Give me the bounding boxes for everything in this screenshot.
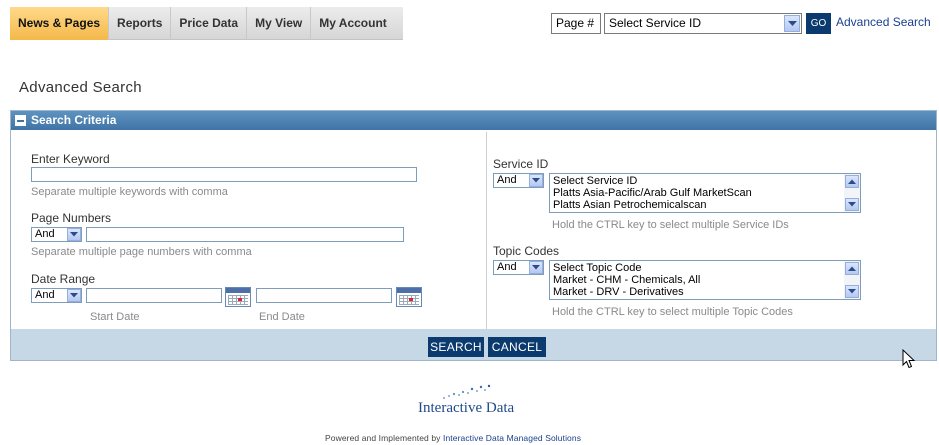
calendar-icon[interactable] [225,287,251,307]
managed-solutions-link[interactable]: Interactive Data Managed Solutions [443,433,581,443]
topic-codes-hint: Hold the CTRL key to select multiple Top… [552,306,793,318]
page-numbers-label: Page Numbers [31,211,112,225]
panel-header[interactable]: Search Criteria [11,111,936,130]
cancel-button[interactable]: CANCEL [488,337,546,357]
date-range-label: Date Range [31,272,96,286]
logo-dots-icon [443,384,491,399]
list-item[interactable]: Platts Asian Petrochemicalscan [553,199,860,211]
service-id-listbox[interactable]: Select Service ID Platts Asia-Pacific/Ar… [549,173,861,213]
scrollbar[interactable] [844,174,860,212]
page-number-button[interactable]: Page # [551,13,601,34]
go-button[interactable]: GO [806,13,831,34]
page-numbers-operator-value: And [35,228,55,240]
tab-price-data[interactable]: Price Data [171,7,248,40]
tab-my-view[interactable]: My View [247,7,312,40]
service-id-label: Service ID [493,157,549,171]
list-item[interactable]: Market - CHM - Chemicals, All [553,274,860,286]
end-date-input[interactable] [256,288,392,303]
chevron-down-icon[interactable] [529,261,543,274]
topic-codes-operator-select[interactable]: And [493,260,544,275]
chevron-down-icon[interactable] [784,15,800,32]
keyword-label: Enter Keyword [31,152,110,166]
start-date-label: Start Date [90,311,140,323]
service-id-select[interactable]: Select Service ID [604,13,802,34]
search-button[interactable]: SEARCH [428,337,484,357]
page-numbers-input[interactable] [86,227,404,242]
list-item[interactable]: Select Service ID [553,175,860,187]
chevron-down-icon[interactable] [67,228,81,241]
keyword-input[interactable] [31,167,417,182]
tab-news-pages[interactable]: News & Pages [10,7,110,40]
scroll-up-icon[interactable] [845,175,859,188]
collapse-icon[interactable] [15,115,26,126]
keyword-hint: Separate multiple keywords with comma [31,186,228,198]
scroll-up-icon[interactable] [845,262,859,275]
chevron-down-icon[interactable] [67,289,81,302]
main-nav: News & Pages Reports Price Data My View … [10,7,403,40]
page-numbers-operator-select[interactable]: And [31,227,82,242]
scrollbar[interactable] [844,261,860,299]
panel-title: Search Criteria [31,113,117,127]
topic-codes-operator-value: And [497,261,517,273]
service-id-hint: Hold the CTRL key to select multiple Ser… [552,219,789,231]
scroll-down-icon[interactable] [845,198,859,211]
service-id-select-value: Select Service ID [609,16,702,30]
powered-by-text: Powered and Implemented by Interactive D… [325,433,581,443]
scroll-down-icon[interactable] [845,285,859,298]
end-date-label: End Date [259,311,305,323]
page-title: Advanced Search [19,79,142,96]
list-item[interactable]: Market - DRV - Derivatives [553,286,860,298]
service-id-operator-select[interactable]: And [493,173,544,188]
tab-reports[interactable]: Reports [109,7,172,40]
advanced-search-link[interactable]: Advanced Search [836,15,931,29]
service-id-operator-value: And [497,174,517,186]
chevron-down-icon[interactable] [529,174,543,187]
logo-text: Interactive Data [418,400,515,416]
start-date-input[interactable] [86,288,222,303]
list-item[interactable]: Select Topic Code [553,262,860,274]
column-divider [486,132,487,331]
date-range-operator-select[interactable]: And [31,288,82,303]
topic-codes-listbox[interactable]: Select Topic Code Market - CHM - Chemica… [549,260,861,300]
date-range-operator-value: And [35,289,55,301]
search-criteria-panel: Search Criteria Enter Keyword Separate m… [10,110,937,361]
powered-prefix: Powered and Implemented by [325,433,443,443]
page-numbers-hint: Separate multiple page numbers with comm… [31,246,252,258]
topic-codes-label: Topic Codes [493,244,560,258]
tab-my-account[interactable]: My Account [311,7,395,40]
mouse-cursor-icon [902,349,916,369]
list-item[interactable]: Platts Asia-Pacific/Arab Gulf MarketScan [553,187,860,199]
calendar-icon[interactable] [396,287,422,307]
interactive-data-logo: Interactive Data [418,384,528,420]
